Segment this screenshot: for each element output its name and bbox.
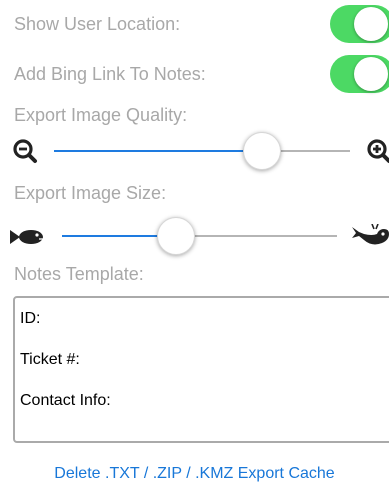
whale-icon[interactable] — [350, 224, 389, 248]
notes-line-contact: Contact Info: — [20, 392, 111, 409]
slider-thumb[interactable] — [156, 217, 195, 255]
small-fish-icon[interactable] — [10, 228, 46, 246]
zoom-out-icon[interactable] — [12, 138, 38, 164]
slider-track-filled — [54, 150, 262, 152]
slider-track-empty — [174, 235, 337, 237]
toggle-knob — [354, 7, 388, 41]
toggle-knob — [354, 57, 388, 91]
add-bing-link-label: Add Bing Link To Notes: — [14, 64, 206, 84]
export-image-size-slider[interactable] — [62, 217, 337, 255]
notes-line-id: ID: — [20, 310, 41, 327]
notes-template-textarea[interactable]: ID: Ticket #: Contact Info: — [13, 296, 389, 443]
show-user-location-label: Show User Location: — [14, 14, 181, 34]
export-image-quality-slider[interactable] — [54, 132, 350, 170]
export-image-size-label: Export Image Size: — [14, 183, 167, 203]
add-bing-link-toggle[interactable] — [330, 55, 389, 93]
delete-export-cache-button[interactable]: Delete .TXT / .ZIP / .KMZ Export Cache — [0, 465, 389, 483]
notes-template-label: Notes Template: — [14, 264, 144, 284]
slider-thumb[interactable] — [243, 132, 282, 170]
settings-page: Show User Location: Add Bing Link To Not… — [0, 0, 389, 487]
export-image-quality-label: Export Image Quality: — [14, 105, 188, 125]
notes-line-ticket: Ticket #: — [20, 351, 80, 368]
show-user-location-toggle[interactable] — [330, 5, 389, 43]
zoom-in-icon[interactable] — [366, 138, 389, 164]
